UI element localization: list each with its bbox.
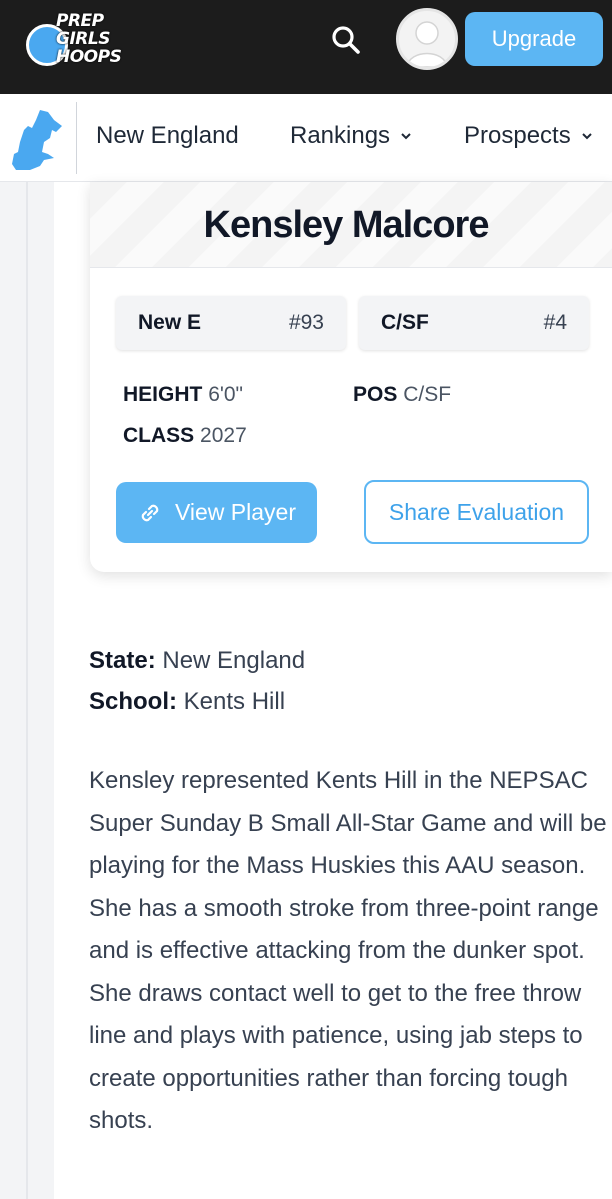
button-label: Share Evaluation <box>388 498 565 525</box>
detail-value: New England <box>162 647 306 674</box>
logo-line: HOOPS <box>56 47 122 67</box>
attribute-label: CLASS <box>123 424 195 447</box>
attribute-value: 2027 <box>200 424 247 447</box>
attribute-label: HEIGHT <box>123 383 203 406</box>
evaluation-text: Kensley represented Kents Hill in the NE… <box>89 767 607 1134</box>
player-card-header: Kensley Malcore <box>90 182 612 268</box>
share-evaluation-button[interactable]: Share Evaluation <box>364 480 589 544</box>
nav-divider <box>76 102 77 174</box>
attribute-value: C/SF <box>403 383 452 406</box>
nav-item-rankings[interactable]: Rankings <box>290 122 412 150</box>
search-button[interactable] <box>328 22 364 58</box>
rank-value: #93 <box>288 311 324 334</box>
school-row: School: Kents Hill <box>89 688 285 716</box>
new-england-map-icon[interactable] <box>10 108 64 172</box>
rank-label: C/SF <box>381 311 429 334</box>
link-icon <box>141 504 159 521</box>
height-attribute: HEIGHT 6'0" <box>123 383 243 407</box>
rank-value: #4 <box>543 311 567 334</box>
attribute-label: POS <box>353 383 398 406</box>
position-rank-badge[interactable]: C/SF #4 <box>359 296 589 350</box>
nav-item-label: Rankings <box>290 122 391 149</box>
player-card: Kensley Malcore New E #93 C/SF #4 HEIGHT… <box>90 182 612 572</box>
upgrade-button[interactable]: Upgrade <box>465 12 603 66</box>
chevron-down-icon <box>401 133 411 140</box>
detail-label: State: <box>89 647 156 674</box>
rank-label: New E <box>138 311 202 334</box>
detail-value: Kents Hill <box>183 688 286 715</box>
class-attribute: CLASS 2027 <box>123 424 247 448</box>
chevron-down-icon <box>582 133 592 140</box>
button-label: View Player <box>174 499 297 525</box>
attribute-value: 6'0" <box>208 383 244 406</box>
detail-label: School: <box>89 688 177 715</box>
view-player-button[interactable]: View Player <box>116 482 317 543</box>
top-bar: PREP GIRLS HOOPS Upgrade <box>0 0 612 94</box>
nav-item-prospects[interactable]: Prospects <box>464 122 593 150</box>
player-name: Kensley Malcore <box>203 204 490 246</box>
region-rank-badge[interactable]: New E #93 <box>116 296 346 350</box>
nav-item-new-england[interactable]: New England <box>96 122 239 150</box>
search-icon <box>332 26 360 54</box>
rail-divider <box>26 182 28 1199</box>
default-avatar-icon <box>406 21 448 67</box>
site-logo[interactable]: PREP GIRLS HOOPS <box>26 12 130 70</box>
logo-line: PREP <box>56 11 104 31</box>
logo-line: GIRLS <box>56 29 110 49</box>
state-row: State: New England <box>89 647 305 675</box>
nav-item-label: Prospects <box>464 122 571 149</box>
position-attribute: POS C/SF <box>353 383 451 407</box>
user-avatar[interactable] <box>396 8 458 70</box>
nav-item-label: New England <box>96 122 239 149</box>
main-nav: New England Rankings Prospects <box>0 94 612 182</box>
